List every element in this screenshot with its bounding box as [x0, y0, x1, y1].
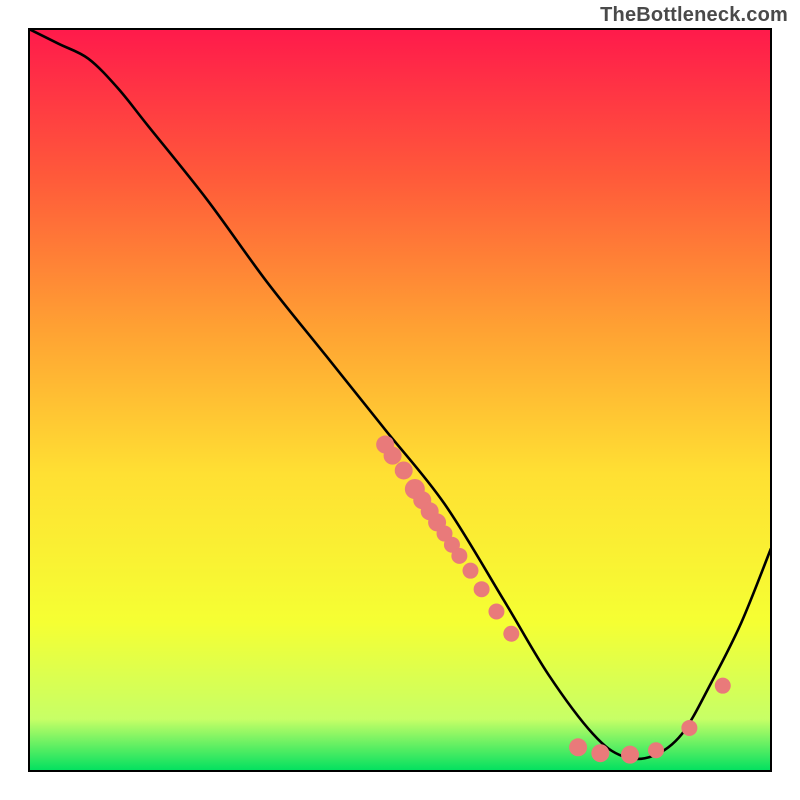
baseline-marker — [681, 720, 697, 736]
curve-marker — [503, 626, 519, 642]
gradient-background — [29, 29, 771, 771]
curve-marker — [474, 581, 490, 597]
baseline-marker — [569, 738, 587, 756]
curve-marker — [462, 563, 478, 579]
baseline-marker — [715, 678, 731, 694]
curve-marker — [384, 447, 402, 465]
watermark-label: TheBottleneck.com — [600, 4, 788, 27]
curve-marker — [488, 603, 504, 619]
chart-stage: TheBottleneck.com — [0, 0, 800, 800]
curve-marker — [451, 548, 467, 564]
baseline-marker — [591, 744, 609, 762]
baseline-marker — [621, 746, 639, 764]
baseline-marker — [648, 742, 664, 758]
bottleneck-chart — [0, 0, 800, 800]
curve-marker — [395, 461, 413, 479]
